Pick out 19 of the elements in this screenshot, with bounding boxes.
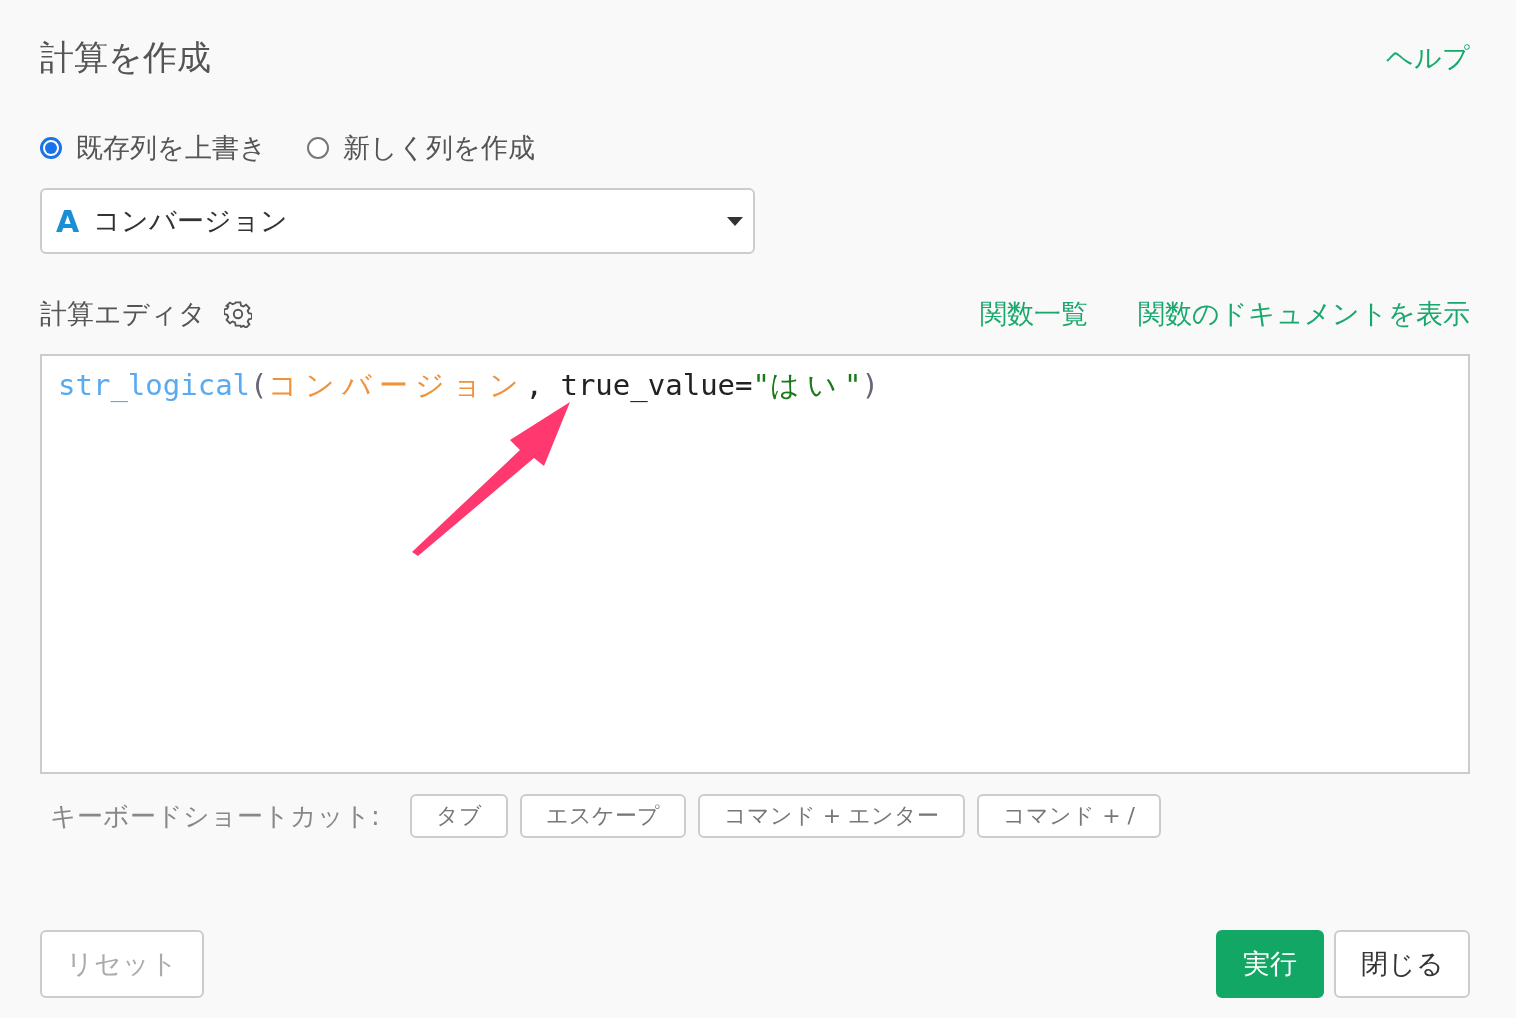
settings-icon[interactable] (224, 300, 252, 328)
column-dropdown[interactable]: A コンバージョン (40, 188, 755, 254)
radio-button[interactable] (40, 137, 62, 159)
code-editor[interactable]: str_logical(コンバージョン, true_value="はい") (40, 354, 1470, 774)
column-type-label: A (56, 203, 80, 239)
editor-label: 計算エディタ (40, 297, 206, 331)
dropdown-value: コンバージョン (93, 204, 290, 238)
caret-icon (727, 216, 743, 226)
dialog-title: 計算を作成 (40, 36, 211, 79)
close-button[interactable]: 閉じる (1334, 930, 1470, 998)
radio-button[interactable] (307, 137, 329, 159)
shortcut-key: エスケープ (519, 794, 686, 838)
radio-label[interactable]: 既存列を上書き (76, 130, 267, 166)
code-line: str_logical(コンバージョン, true_value="はい") (58, 367, 879, 404)
radio-label[interactable]: 新しく列を作成 (343, 130, 535, 166)
shortcuts-label: キーボードショートカット: (50, 799, 380, 833)
shortcut-key: コマンド + エンター (697, 794, 966, 838)
shortcut-key: コマンド + / (977, 794, 1162, 838)
shortcut-key: タブ (409, 794, 508, 838)
